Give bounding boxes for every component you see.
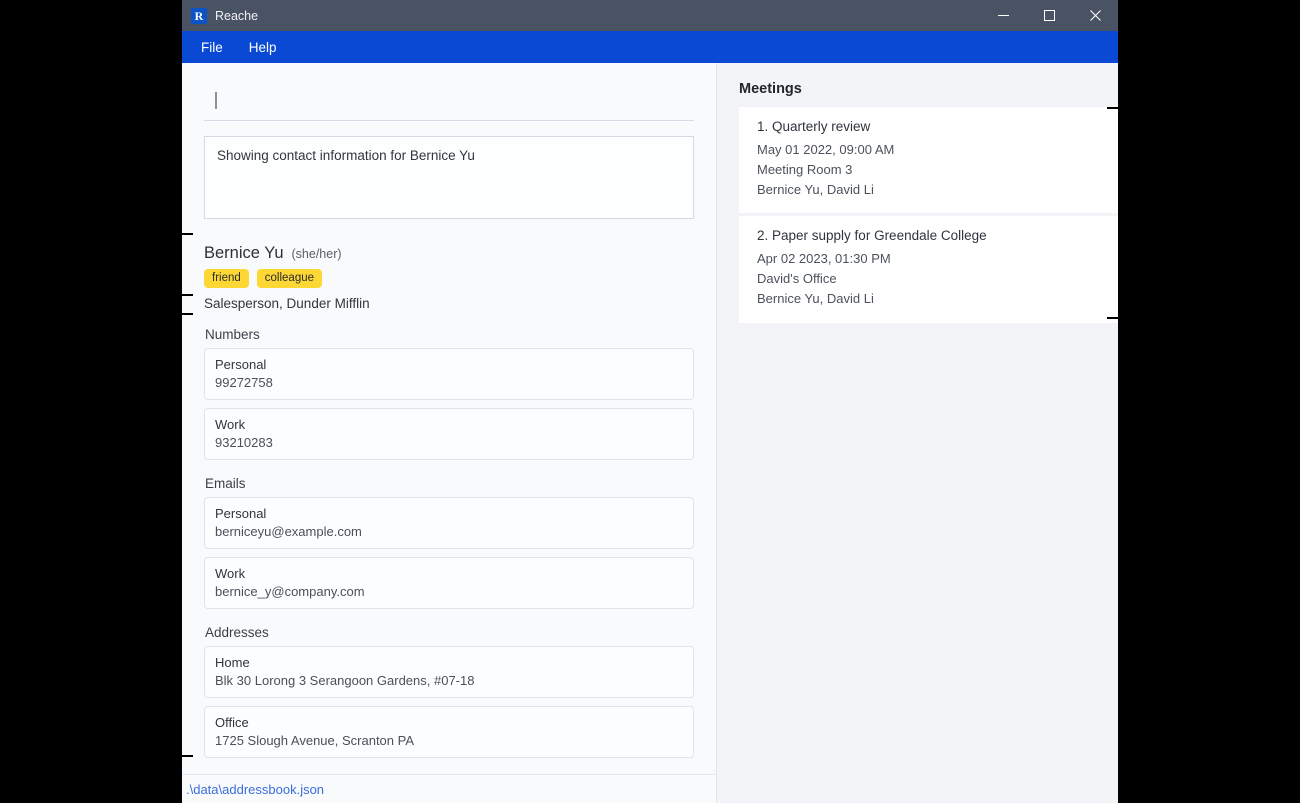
edge-tick-mark <box>182 313 193 315</box>
close-button[interactable] <box>1072 0 1118 31</box>
field-card: Home Blk 30 Lorong 3 Serangoon Gardens, … <box>204 646 694 699</box>
field-label: Personal <box>215 506 267 522</box>
contact-name-line: Bernice Yu (she/her) <box>204 244 694 263</box>
section-addresses: Addresses Home Blk 30 Lorong 3 Serangoon… <box>204 625 694 759</box>
edge-tick-mark <box>1107 107 1118 109</box>
contact-role: Salesperson, Dunder Mifflin <box>204 296 370 312</box>
meeting-datetime: Apr 02 2023, 01:30 PM <box>757 251 891 267</box>
meeting-list-item[interactable]: 1. Quarterly review May 01 2022, 09:00 A… <box>739 107 1118 214</box>
command-input[interactable] <box>204 81 694 121</box>
field-card: Personal berniceyu@example.com <box>204 497 694 550</box>
text-caret <box>215 92 217 109</box>
field-label: Personal <box>215 357 267 373</box>
field-label: Home <box>215 655 250 671</box>
field-label: Work <box>215 566 246 582</box>
field-value: 93210283 <box>215 435 273 451</box>
menu-item-help[interactable]: Help <box>244 37 282 58</box>
minimize-button[interactable] <box>980 0 1026 31</box>
field-label: Office <box>215 715 249 731</box>
status-bar: .\data\addressbook.json <box>182 774 716 803</box>
meeting-list-item[interactable]: 2. Paper supply for Greendale College Ap… <box>739 216 1118 323</box>
contact-tag-row: friend colleague <box>204 269 694 289</box>
result-display: Showing contact information for Bernice … <box>204 136 694 219</box>
maximize-icon <box>1043 10 1055 21</box>
contact-pronouns: (she/her) <box>291 247 342 261</box>
window-body: Showing contact information for Bernice … <box>182 63 1118 803</box>
meetings-panel-title: Meetings <box>739 81 802 97</box>
title-bar: R Reache <box>182 0 1118 31</box>
edge-tick-mark <box>182 294 193 296</box>
meeting-datetime: May 01 2022, 09:00 AM <box>757 142 895 157</box>
window-title: Reache <box>215 8 259 23</box>
menu-item-file[interactable]: File <box>196 37 228 58</box>
section-title: Emails <box>205 476 246 492</box>
field-value: bernice_y@company.com <box>215 584 365 600</box>
meeting-attendees: Bernice Yu, David Li <box>757 290 874 306</box>
edge-tick-mark <box>1107 317 1118 319</box>
field-value: 1725 Slough Avenue, Scranton PA <box>215 733 415 749</box>
field-value: 99272758 <box>215 375 273 391</box>
meeting-location: Meeting Room 3 <box>757 161 853 177</box>
section-numbers: Numbers Personal 99272758 Work 93210283 <box>204 327 694 461</box>
section-emails: Emails Personal berniceyu@example.com Wo… <box>204 476 694 610</box>
edge-tick-mark <box>182 233 193 235</box>
field-value: berniceyu@example.com <box>215 524 362 540</box>
close-icon <box>1089 10 1101 21</box>
meeting-location: David's Office <box>757 271 837 286</box>
meetings-pane: Meetings 1. Quarterly review May 01 2022… <box>716 63 1118 803</box>
contact-name: Bernice Yu <box>204 244 284 262</box>
maximize-button[interactable] <box>1026 0 1072 31</box>
contact-tag: friend <box>204 269 249 289</box>
window-controls <box>980 0 1118 31</box>
meeting-title: 1. Quarterly review <box>757 119 871 134</box>
contact-card: Bernice Yu (she/her) friend colleague Sa… <box>204 244 694 311</box>
section-title: Numbers <box>205 327 260 343</box>
minimize-icon <box>997 15 1009 16</box>
field-card: Office 1725 Slough Avenue, Scranton PA <box>204 706 694 759</box>
meetings-list: 1. Quarterly review May 01 2022, 09:00 A… <box>717 107 1118 803</box>
app-logo-icon: R <box>191 7 207 24</box>
meeting-title: 2. Paper supply for Greendale College <box>757 228 987 244</box>
application-window: R Reache File Help Showing contact infor… <box>182 0 1118 803</box>
meeting-attendees: Bernice Yu, David Li <box>757 181 874 197</box>
field-card: Work bernice_y@company.com <box>204 557 694 610</box>
status-bar-file-path: .\data\addressbook.json <box>186 781 325 797</box>
screen: R Reache File Help Showing contact infor… <box>0 0 1300 803</box>
section-title: Addresses <box>205 625 269 641</box>
field-card: Personal 99272758 <box>204 348 694 401</box>
field-card: Work 93210283 <box>204 408 694 461</box>
field-label: Work <box>215 417 246 433</box>
result-text: Showing contact information for Bernice … <box>217 148 475 163</box>
menu-bar: File Help <box>182 31 1118 63</box>
title-bar-left: R Reache <box>182 7 980 24</box>
edge-tick-mark <box>182 755 193 757</box>
field-value: Blk 30 Lorong 3 Serangoon Gardens, #07-1… <box>215 673 475 689</box>
left-pane: Showing contact information for Bernice … <box>182 63 716 803</box>
left-pane-scroll-area: Showing contact information for Bernice … <box>182 63 716 774</box>
contact-tag: colleague <box>256 269 323 289</box>
